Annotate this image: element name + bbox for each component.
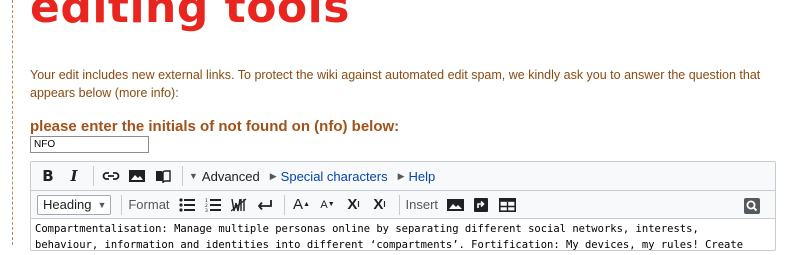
redirect-button[interactable] xyxy=(470,194,492,216)
superscript-marker-icon: I xyxy=(357,200,360,209)
table-icon xyxy=(498,197,516,212)
textarea-line: behaviour, information and identities in… xyxy=(35,239,744,251)
newline-icon xyxy=(257,199,272,210)
reference-button[interactable] xyxy=(152,165,174,187)
wikitext-textarea[interactable]: Compartmentalisation: Manage multiple pe… xyxy=(31,219,775,255)
advanced-label: Advanced xyxy=(201,168,260,184)
nowiki-button[interactable] xyxy=(228,194,250,216)
small-text-button[interactable]: A ▼ xyxy=(317,194,339,216)
superscript-label: X xyxy=(347,196,358,213)
toolbar-separator xyxy=(121,194,123,215)
image-icon xyxy=(129,170,145,182)
toolbar-separator xyxy=(182,166,183,186)
help-label: Help xyxy=(408,168,436,184)
bold-button[interactable]: B xyxy=(37,165,59,187)
page-heading: editing tools xyxy=(30,0,350,33)
captcha-answer-input[interactable] xyxy=(30,136,149,153)
gallery-button[interactable] xyxy=(444,194,466,216)
embed-file-button[interactable] xyxy=(126,165,148,187)
search-replace-button[interactable] xyxy=(741,195,763,217)
link-icon xyxy=(102,172,120,180)
subscript-marker-icon: I xyxy=(383,200,386,209)
up-caret-icon: ▲ xyxy=(303,201,310,208)
textarea-line: Compartmentalisation: Manage multiple pe… xyxy=(35,223,699,235)
special-characters-toggle[interactable]: ▶ Special characters xyxy=(270,165,388,187)
numbered-list-icon: 123 xyxy=(205,198,221,212)
book-icon xyxy=(156,169,171,183)
redirect-icon xyxy=(474,197,489,212)
gallery-icon xyxy=(446,198,464,211)
page-border-dashed xyxy=(12,0,13,245)
insert-label: Insert xyxy=(405,197,439,212)
big-text-label: A xyxy=(293,196,304,213)
triangle-right-icon: ▶ xyxy=(269,170,277,181)
heading-select[interactable]: Heading ▼ xyxy=(37,194,112,215)
wikitext-editor: B I ▼ Advanced ▶ Special characters ▶ He… xyxy=(30,161,776,251)
italic-button[interactable]: I xyxy=(63,165,85,187)
subscript-button[interactable]: XI xyxy=(369,194,391,216)
numbered-list-button[interactable]: 123 xyxy=(202,194,224,216)
bulleted-list-icon xyxy=(178,197,195,212)
help-toggle[interactable]: ▶ Help xyxy=(398,165,436,187)
spam-notice: Your edit includes new external links. T… xyxy=(30,68,761,100)
captcha-question: please enter the initials of not found o… xyxy=(30,118,400,135)
toolbar-separator xyxy=(398,194,400,215)
search-icon xyxy=(744,198,760,214)
big-text-button[interactable]: A ▲ xyxy=(291,194,313,216)
format-label: Format xyxy=(128,197,170,212)
advanced-toggle[interactable]: ▼ Advanced xyxy=(189,165,260,187)
special-characters-label: Special characters xyxy=(280,168,388,184)
down-caret-icon: ▼ xyxy=(327,201,335,208)
toolbar-separator xyxy=(283,194,285,215)
subscript-label: X xyxy=(373,196,384,213)
editor-toolbar-advanced: Heading ▼ Format 123 A ▲ A ▼ XI XI Inser… xyxy=(31,191,775,219)
bulleted-list-button[interactable] xyxy=(176,194,198,216)
editor-toolbar-main: B I ▼ Advanced ▶ Special characters ▶ He… xyxy=(31,162,775,191)
toolbar-separator xyxy=(93,166,94,186)
heading-select-value: Heading xyxy=(43,197,92,212)
nowiki-icon xyxy=(230,198,246,211)
small-text-label: A xyxy=(320,198,328,211)
chevron-down-icon: ▼ xyxy=(97,199,107,210)
newline-button[interactable] xyxy=(254,194,276,216)
link-button[interactable] xyxy=(100,165,122,187)
table-button[interactable] xyxy=(496,194,518,216)
triangle-down-icon: ▼ xyxy=(189,171,198,181)
superscript-button[interactable]: XI xyxy=(343,194,365,216)
triangle-right-icon: ▶ xyxy=(397,170,405,181)
svg-text:3: 3 xyxy=(205,208,208,212)
